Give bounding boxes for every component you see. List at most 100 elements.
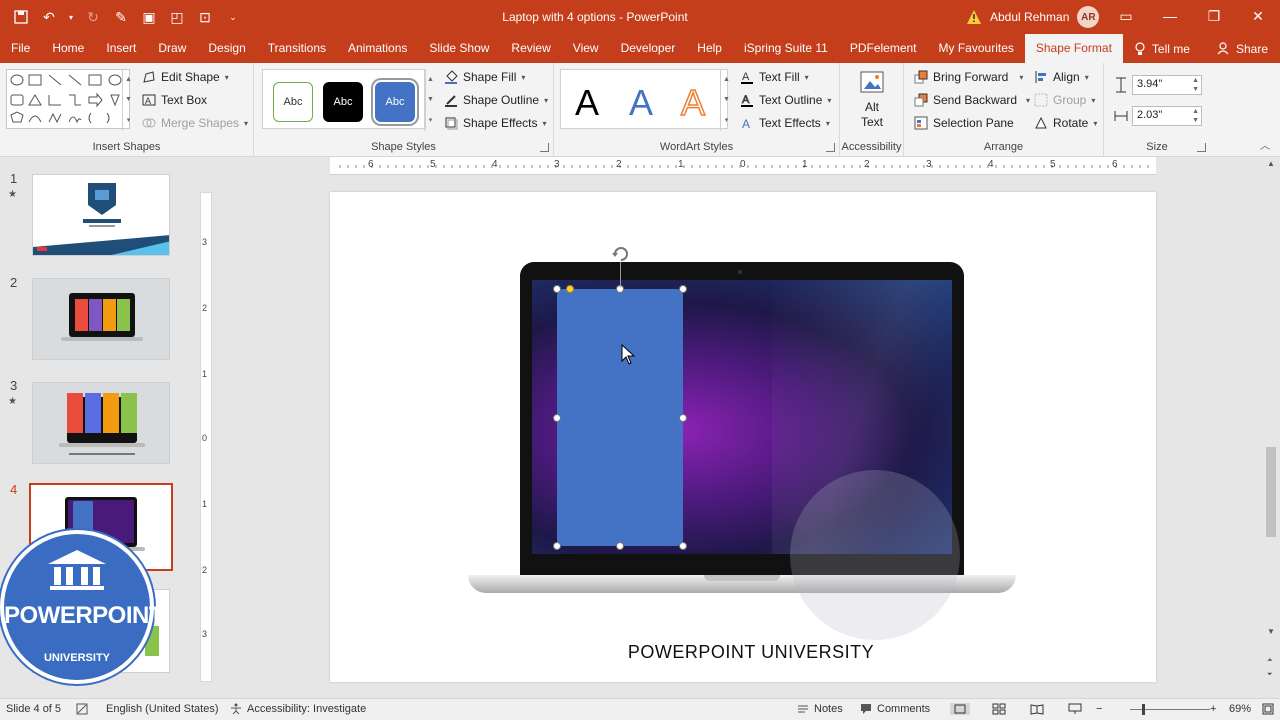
notes-button[interactable]: Notes bbox=[797, 703, 843, 715]
text-outline-button[interactable]: A Text Outline ▾ bbox=[740, 93, 831, 107]
language-status[interactable]: English (United States) bbox=[106, 703, 219, 715]
tab-animations[interactable]: Animations bbox=[337, 34, 418, 63]
group-button[interactable]: Group ▾ bbox=[1034, 93, 1095, 107]
shape-styles-scroll[interactable]: ▲ ▼ ▾ bbox=[424, 69, 436, 131]
resize-handle-left[interactable] bbox=[553, 414, 561, 422]
zoom-out-icon[interactable]: − bbox=[1096, 703, 1102, 715]
scroll-down-icon[interactable]: ▼ bbox=[1267, 627, 1275, 636]
shape-outline-button[interactable]: Shape Outline ▾ bbox=[444, 93, 548, 107]
tab-insert[interactable]: Insert bbox=[95, 34, 147, 63]
warning-icon[interactable] bbox=[966, 9, 982, 25]
adjust-handle[interactable] bbox=[566, 285, 574, 293]
slide-thumbnail-2[interactable] bbox=[32, 278, 170, 360]
user-area[interactable]: Abdul Rehman AR bbox=[966, 6, 1100, 28]
ribbon-display-icon[interactable]: ▭ bbox=[1104, 0, 1148, 32]
slide-sorter-icon[interactable] bbox=[992, 703, 1006, 715]
style-preset-1[interactable]: Abc bbox=[273, 82, 313, 122]
accessibility-status[interactable]: Accessibility: Investigate bbox=[230, 703, 366, 715]
resize-handle-right[interactable] bbox=[679, 414, 687, 422]
zoom-in-icon[interactable]: + bbox=[1210, 703, 1216, 715]
bring-forward-button[interactable]: Bring Forward ▾ bbox=[914, 70, 1023, 84]
tab-ispring[interactable]: iSpring Suite 11 bbox=[733, 34, 839, 63]
scroll-up-icon[interactable]: ▲ bbox=[1267, 159, 1275, 168]
style-preset-2[interactable]: Abc bbox=[323, 82, 363, 122]
chevron-down-icon: ▾ bbox=[1091, 95, 1096, 105]
shape-fill-button[interactable]: Shape Fill ▾ bbox=[444, 70, 525, 84]
resize-handle-top-right[interactable] bbox=[679, 285, 687, 293]
edit-shape-button[interactable]: Edit Shape ▾ bbox=[142, 70, 229, 84]
comments-button[interactable]: Comments bbox=[860, 703, 930, 715]
rotate-handle-icon[interactable] bbox=[611, 244, 631, 264]
tab-shape-format[interactable]: Shape Format bbox=[1024, 34, 1123, 63]
chevron-down-icon: ▾ bbox=[827, 95, 832, 105]
merge-shapes-button[interactable]: Merge Shapes ▾ bbox=[142, 116, 248, 130]
text-effects-icon: A bbox=[740, 116, 754, 131]
wordart-style-orange[interactable]: A bbox=[680, 81, 706, 124]
share-button[interactable]: Share bbox=[1217, 34, 1268, 63]
resize-handle-bottom-right[interactable] bbox=[679, 542, 687, 550]
dialog-launcher-icon[interactable] bbox=[1197, 143, 1206, 152]
shape-height-input[interactable]: 3.94" ▲ ▼ bbox=[1132, 75, 1202, 95]
previous-slide-icon[interactable]: ⏶ bbox=[1267, 657, 1273, 665]
tab-slide-show[interactable]: Slide Show bbox=[418, 34, 500, 63]
normal-view-icon[interactable] bbox=[950, 703, 970, 715]
tab-draw[interactable]: Draw bbox=[147, 34, 197, 63]
dialog-launcher-icon[interactable] bbox=[826, 143, 835, 152]
text-fill-button[interactable]: A Text Fill ▾ bbox=[740, 70, 809, 84]
tab-my-favourites[interactable]: My Favourites bbox=[928, 34, 1025, 63]
tab-file[interactable]: File bbox=[0, 34, 41, 63]
style-preset-3[interactable]: Abc bbox=[371, 78, 419, 126]
resize-handle-bottom-left[interactable] bbox=[553, 542, 561, 550]
tell-me-search[interactable]: Tell me bbox=[1123, 34, 1201, 63]
next-slide-icon[interactable]: ⏷ bbox=[1267, 671, 1273, 679]
dialog-launcher-icon[interactable] bbox=[540, 143, 549, 152]
alt-text-button[interactable]: Alt Text bbox=[840, 69, 904, 130]
tab-pdfelement[interactable]: PDFelement bbox=[839, 34, 928, 63]
spell-check-icon[interactable] bbox=[76, 703, 88, 715]
zoom-level[interactable]: 69% bbox=[1229, 703, 1251, 715]
scroll-thumb[interactable] bbox=[1266, 447, 1276, 537]
tab-transitions[interactable]: Transitions bbox=[257, 34, 337, 63]
tab-view[interactable]: View bbox=[562, 34, 610, 63]
selection-pane-button[interactable]: Selection Pane bbox=[914, 116, 1014, 130]
resize-handle-top-left[interactable] bbox=[553, 285, 561, 293]
spinner-icon[interactable]: ▲ ▼ bbox=[1192, 76, 1199, 94]
shape-width-input[interactable]: 2.03" ▲ ▼ bbox=[1132, 106, 1202, 126]
rotate-button[interactable]: Rotate ▾ bbox=[1034, 116, 1097, 130]
wordart-style-blue[interactable]: A bbox=[629, 82, 653, 124]
text-box-button[interactable]: A Text Box bbox=[142, 93, 207, 107]
reading-view-icon[interactable] bbox=[1030, 703, 1044, 715]
slide-thumbnail-3[interactable] bbox=[32, 382, 170, 464]
slide-canvas[interactable]: POWERPOINT UNIVERSITY bbox=[330, 192, 1156, 682]
slideshow-icon[interactable] bbox=[1068, 703, 1082, 715]
selected-rectangle-shape[interactable] bbox=[557, 289, 683, 546]
restore-icon[interactable]: ❐ bbox=[1192, 0, 1236, 32]
close-icon[interactable]: ✕ bbox=[1236, 0, 1280, 32]
logo-text: POWERPOINT bbox=[4, 602, 164, 629]
send-backward-button[interactable]: Send Backward ▾ bbox=[914, 93, 1030, 107]
tab-home[interactable]: Home bbox=[41, 34, 95, 63]
minimize-icon[interactable]: — bbox=[1148, 0, 1192, 32]
slide-caption[interactable]: POWERPOINT UNIVERSITY bbox=[330, 642, 1156, 663]
align-button[interactable]: Align ▾ bbox=[1034, 70, 1089, 84]
tab-help[interactable]: Help bbox=[686, 34, 733, 63]
tab-developer[interactable]: Developer bbox=[610, 34, 687, 63]
collapse-ribbon-icon[interactable]: ︿ bbox=[1260, 137, 1270, 152]
text-effects-button[interactable]: A Text Effects ▾ bbox=[740, 116, 830, 131]
shapes-gallery[interactable] bbox=[6, 69, 130, 129]
fit-to-window-icon[interactable] bbox=[1262, 703, 1274, 715]
tab-design[interactable]: Design bbox=[197, 34, 256, 63]
tab-review[interactable]: Review bbox=[500, 34, 561, 63]
slide-counter: Slide 4 of 5 bbox=[6, 703, 62, 715]
align-label: Align bbox=[1053, 70, 1080, 84]
wordart-gallery-scroll[interactable]: ▲ ▼ ▾ bbox=[720, 69, 732, 131]
shape-effects-button[interactable]: Shape Effects ▾ bbox=[444, 116, 547, 130]
resize-handle-bottom[interactable] bbox=[616, 542, 624, 550]
wordart-style-black[interactable]: A bbox=[575, 82, 599, 124]
zoom-slider-knob[interactable] bbox=[1142, 704, 1145, 715]
slide-thumbnail-1[interactable] bbox=[32, 174, 170, 256]
spinner-icon[interactable]: ▲ ▼ bbox=[1192, 107, 1199, 125]
shapes-gallery-scroll[interactable]: ▲ ▼ ▾ bbox=[122, 69, 134, 131]
avatar[interactable]: AR bbox=[1077, 6, 1100, 28]
vertical-scrollbar[interactable]: ▲ ▼ ⏶ ⏷ bbox=[1264, 157, 1278, 698]
